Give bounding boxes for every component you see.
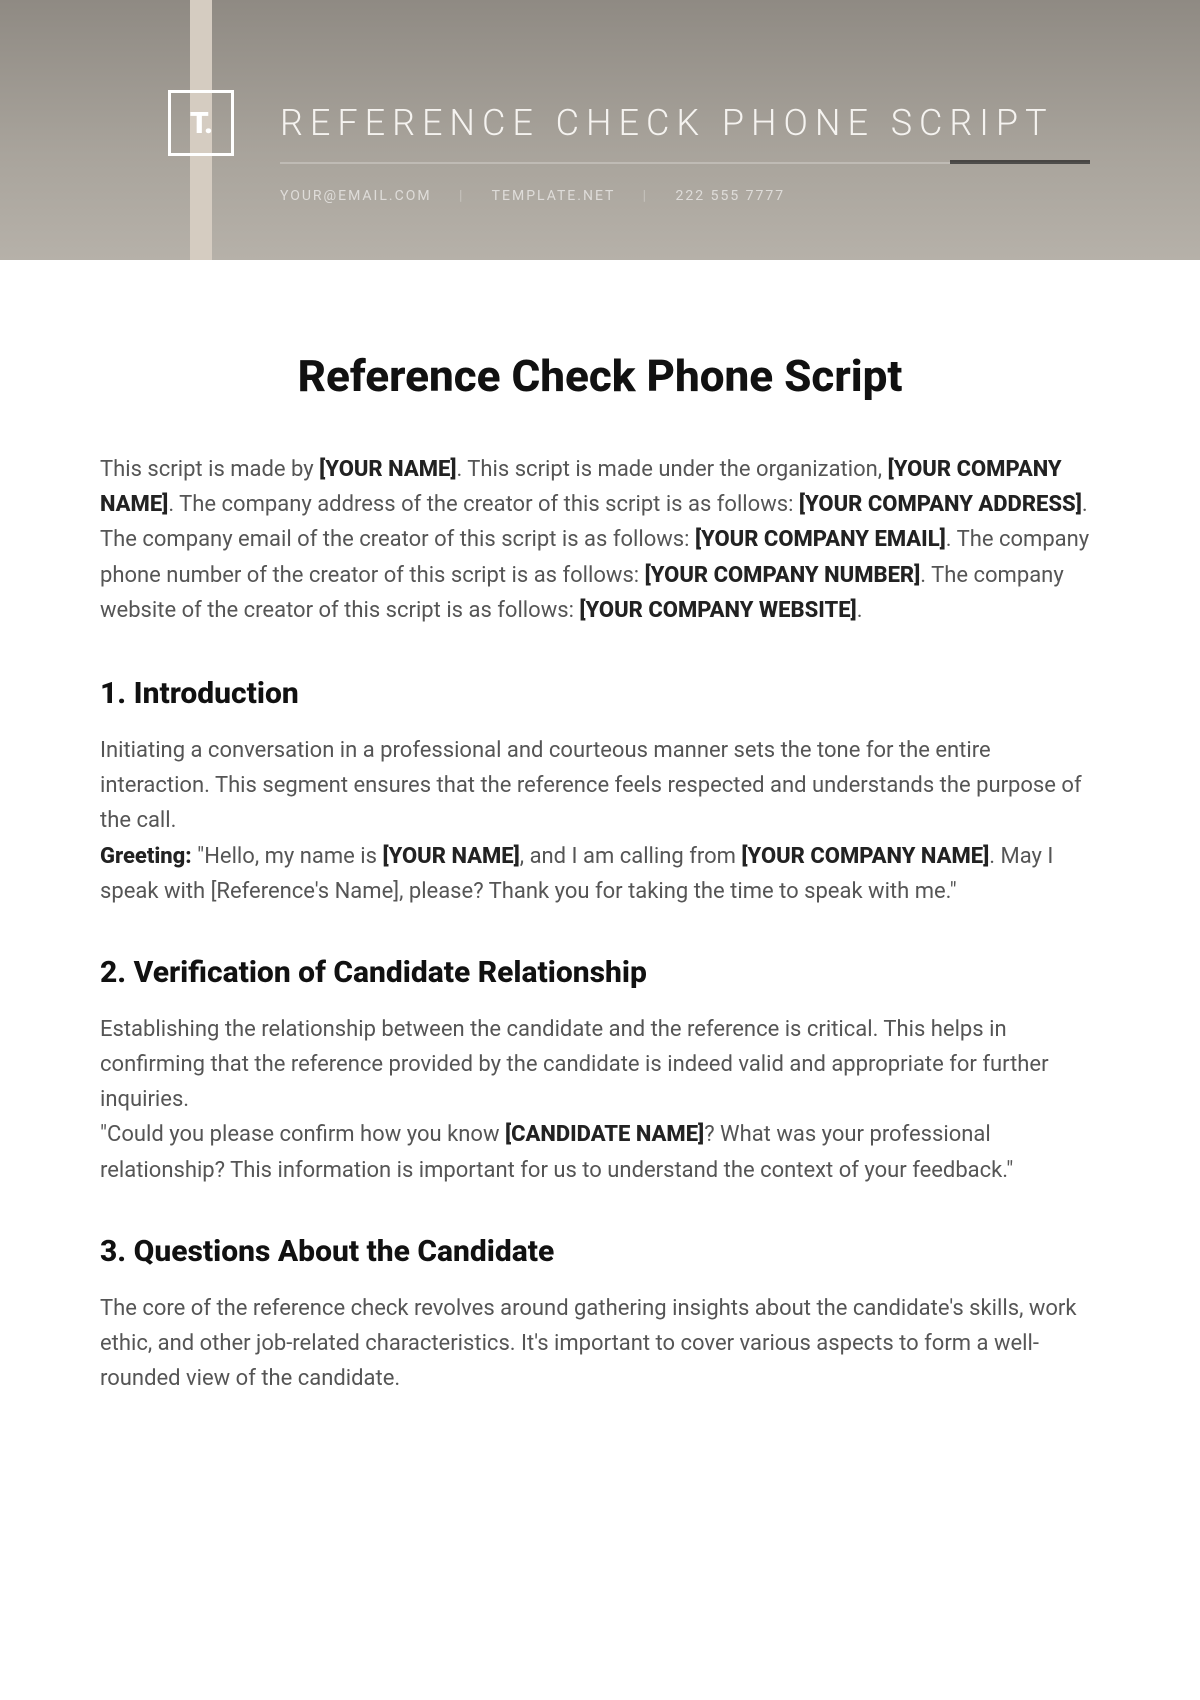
section-body-3: The core of the reference check revolves…: [100, 1291, 1100, 1397]
placeholder-company-number: [YOUR COMPANY NUMBER]: [645, 563, 921, 588]
separator: |: [459, 188, 464, 204]
placeholder-company-email: [YOUR COMPANY EMAIL]: [695, 527, 946, 552]
text: The core of the reference check revolves…: [100, 1296, 1077, 1391]
placeholder-company-address: [YOUR COMPANY ADDRESS]: [799, 492, 1082, 517]
text: "Hello, my name is: [192, 844, 383, 869]
header-title: REFERENCE CHECK PHONE SCRIPT: [280, 90, 1200, 144]
placeholder-company-name: [YOUR COMPANY NAME]: [741, 844, 989, 869]
contact-website: TEMPLATE.NET: [492, 188, 615, 204]
contact-email: YOUR@EMAIL.COM: [280, 188, 432, 204]
logo: T.: [168, 90, 234, 156]
section-body-1: Initiating a conversation in a professio…: [100, 733, 1100, 909]
text: .: [857, 598, 863, 623]
placeholder-your-name: [YOUR NAME]: [382, 844, 519, 869]
document-title: Reference Check Phone Script: [100, 350, 1100, 402]
intro-paragraph: This script is made by [YOUR NAME]. This…: [100, 452, 1100, 628]
text: Initiating a conversation in a professio…: [100, 738, 1082, 833]
section-title-3: 3. Questions About the Candidate: [100, 1234, 1100, 1269]
text: . The company address of the creator of …: [168, 492, 799, 517]
text: , and I am calling from: [520, 844, 742, 869]
placeholder-company-website: [YOUR COMPANY WEBSITE]: [579, 598, 856, 623]
section-title-1: 1. Introduction: [100, 676, 1100, 711]
text: This script is made by: [100, 457, 319, 482]
contact-phone: 222 555 7777: [676, 188, 786, 204]
header-divider-accent: [950, 160, 1090, 164]
section-title-2: 2. Verification of Candidate Relationshi…: [100, 955, 1100, 990]
placeholder-candidate-name: [CANDIDATE NAME]: [505, 1122, 704, 1147]
section-body-2: Establishing the relationship between th…: [100, 1012, 1100, 1188]
placeholder-your-name: [YOUR NAME]: [319, 457, 456, 482]
document-body: Reference Check Phone Script This script…: [0, 260, 1200, 1396]
greeting-label: Greeting:: [100, 844, 192, 869]
separator: |: [643, 188, 648, 204]
text: . This script is made under the organiza…: [456, 457, 887, 482]
text: Establishing the relationship between th…: [100, 1017, 1049, 1112]
header-contact: YOUR@EMAIL.COM | TEMPLATE.NET | 222 555 …: [280, 188, 785, 204]
text: "Could you please confirm how you know: [100, 1122, 505, 1147]
header: T. REFERENCE CHECK PHONE SCRIPT YOUR@EMA…: [0, 0, 1200, 260]
